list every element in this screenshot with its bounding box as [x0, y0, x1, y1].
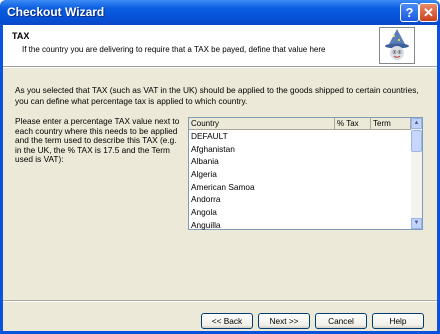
window-title: Checkout Wizard — [7, 5, 105, 19]
grid-row[interactable]: Algeria — [189, 168, 411, 181]
column-header-tax[interactable]: % Tax — [335, 118, 371, 130]
grid-row[interactable]: American Samoa — [189, 181, 411, 194]
instructions-text: Please enter a percentage TAX value next… — [15, 116, 180, 165]
scroll-down-icon[interactable]: ▼ — [411, 218, 422, 229]
grid-header: Country % Tax Term — [189, 118, 411, 130]
grid-rows: DEFAULT Afghanistan Albania Algeria Amer… — [189, 130, 411, 232]
back-button[interactable]: << Back — [201, 313, 253, 329]
wizard-body: TAX If the country you are delivering to… — [3, 25, 437, 331]
grid-row[interactable]: DEFAULT — [189, 130, 411, 143]
grid-row[interactable]: Afghanistan — [189, 143, 411, 156]
title-bar[interactable]: Checkout Wizard ? ✕ — [0, 0, 440, 25]
close-button[interactable]: ✕ — [419, 3, 438, 22]
vertical-scrollbar[interactable]: ▲ ▼ — [411, 118, 422, 229]
header-divider — [3, 67, 437, 68]
help-button[interactable]: Help — [372, 313, 424, 329]
cancel-button[interactable]: Cancel — [315, 313, 367, 329]
scroll-up-icon[interactable]: ▲ — [411, 118, 422, 129]
footer-divider-highlight — [3, 301, 437, 302]
page-description: If the country you are delivering to req… — [22, 45, 326, 54]
scroll-thumb[interactable] — [411, 130, 422, 152]
column-header-country[interactable]: Country — [189, 118, 335, 130]
grid-row[interactable]: Albania — [189, 155, 411, 168]
country-tax-grid[interactable]: Country % Tax Term DEFAULT Afghanistan A… — [188, 117, 423, 230]
next-button[interactable]: Next >> — [258, 313, 310, 329]
column-header-term[interactable]: Term — [371, 118, 411, 130]
grid-row[interactable]: Andorra — [189, 193, 411, 206]
help-title-button[interactable]: ? — [400, 3, 419, 22]
page-title: TAX — [12, 31, 30, 41]
checkout-wizard-window: Checkout Wizard ? ✕ TAX If the country y… — [0, 0, 440, 334]
wizard-mascot-icon — [379, 27, 415, 64]
wizard-header: TAX If the country you are delivering to… — [3, 25, 437, 67]
grid-row[interactable]: Anguilla — [189, 219, 411, 232]
grid-row[interactable]: Angola — [189, 206, 411, 219]
intro-text: As you selected that TAX (such as VAT in… — [15, 85, 419, 106]
